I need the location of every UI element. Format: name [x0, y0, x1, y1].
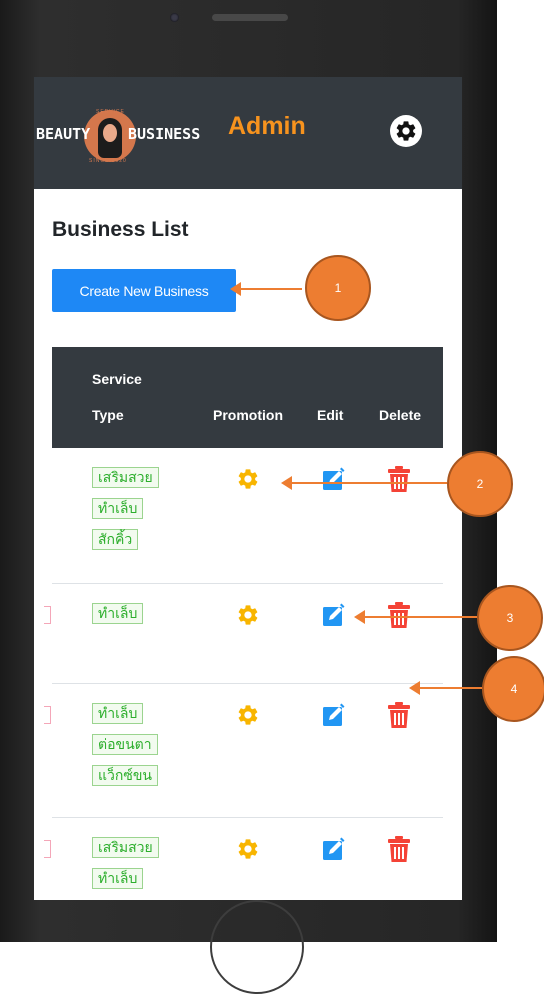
- table-header: Service Type Promotion Edit Delete: [52, 347, 443, 448]
- header-delete: Delete: [379, 407, 422, 423]
- home-button[interactable]: [210, 900, 304, 994]
- table-row: เสริมสวย ทำเล็บ: [44, 818, 443, 900]
- phone-frame: SERVICE BEAUTY BUSINESS SINCE 2020 Admin…: [0, 0, 497, 994]
- row-marker: [44, 706, 51, 724]
- callout-arrow: [281, 476, 447, 490]
- settings-gear-icon[interactable]: [389, 114, 423, 148]
- callout-arrow: [354, 610, 477, 624]
- edit-icon[interactable]: [322, 837, 346, 861]
- callout-arrow: [409, 681, 482, 695]
- row-marker: [44, 840, 51, 858]
- service-type-tag: ทำเล็บ: [92, 868, 144, 889]
- service-type-tag: สักคิ้ว: [92, 529, 139, 550]
- row-marker: [44, 606, 51, 624]
- service-type-tag: ทำเล็บ: [92, 603, 144, 624]
- edit-icon[interactable]: [322, 603, 346, 627]
- service-type-tags: ทำเล็บ ต่อขนตา แว็กซ์ขน: [92, 703, 159, 796]
- callout-2: 2: [447, 451, 513, 517]
- promotion-gear-icon[interactable]: [236, 467, 260, 491]
- service-type-tag: แว็กซ์ขน: [92, 765, 159, 786]
- promotion-gear-icon[interactable]: [236, 837, 260, 861]
- logo-service-text: SERVICE: [96, 109, 125, 115]
- promotion-gear-icon[interactable]: [236, 603, 260, 627]
- header-type: Type: [92, 407, 124, 423]
- edit-icon[interactable]: [322, 467, 346, 491]
- callout-4: 4: [482, 656, 544, 722]
- trash-icon[interactable]: [388, 836, 410, 862]
- callout-3: 3: [477, 585, 543, 651]
- camera-icon: [170, 13, 179, 22]
- header-service: Service: [92, 371, 142, 387]
- service-type-tag: ต่อขนตา: [92, 734, 158, 755]
- service-type-tags: เสริมสวย ทำเล็บ สักคิ้ว: [92, 467, 159, 560]
- table-row: ทำเล็บ ต่อขนตา แว็กซ์ขน: [44, 684, 443, 818]
- page-title: Business List: [52, 218, 189, 241]
- logo-business-text: BUSINESS: [128, 125, 201, 143]
- edit-icon[interactable]: [322, 703, 346, 727]
- logo-beauty-text: BEAUTY: [36, 125, 91, 143]
- promotion-gear-icon[interactable]: [236, 703, 260, 727]
- table-row: เสริมสวย ทำเล็บ สักคิ้ว: [52, 448, 443, 584]
- table-row: ทำเล็บ: [44, 584, 443, 684]
- admin-title: Admin: [228, 112, 306, 140]
- service-type-tags: เสริมสวย ทำเล็บ: [92, 837, 159, 899]
- brand-logo[interactable]: SERVICE BEAUTY BUSINESS SINCE 2020: [34, 107, 204, 165]
- service-type-tag: ทำเล็บ: [92, 498, 144, 519]
- header-promotion: Promotion: [213, 407, 283, 423]
- service-type-tag: เสริมสวย: [92, 467, 159, 488]
- app-screen: SERVICE BEAUTY BUSINESS SINCE 2020 Admin…: [34, 77, 462, 900]
- trash-icon[interactable]: [388, 602, 410, 628]
- top-navbar: SERVICE BEAUTY BUSINESS SINCE 2020 Admin: [34, 77, 462, 189]
- logo-since-text: SINCE 2020: [89, 158, 127, 164]
- callout-arrow: [230, 282, 302, 296]
- create-new-business-button[interactable]: Create New Business: [52, 269, 236, 312]
- speaker-grille: [212, 14, 288, 21]
- header-edit: Edit: [317, 407, 344, 423]
- service-type-tag: ทำเล็บ: [92, 703, 144, 724]
- service-type-tag: เสริมสวย: [92, 837, 159, 858]
- service-type-tags: ทำเล็บ: [92, 603, 144, 634]
- callout-1: 1: [305, 255, 371, 321]
- trash-icon[interactable]: [388, 702, 410, 728]
- trash-icon[interactable]: [388, 466, 410, 492]
